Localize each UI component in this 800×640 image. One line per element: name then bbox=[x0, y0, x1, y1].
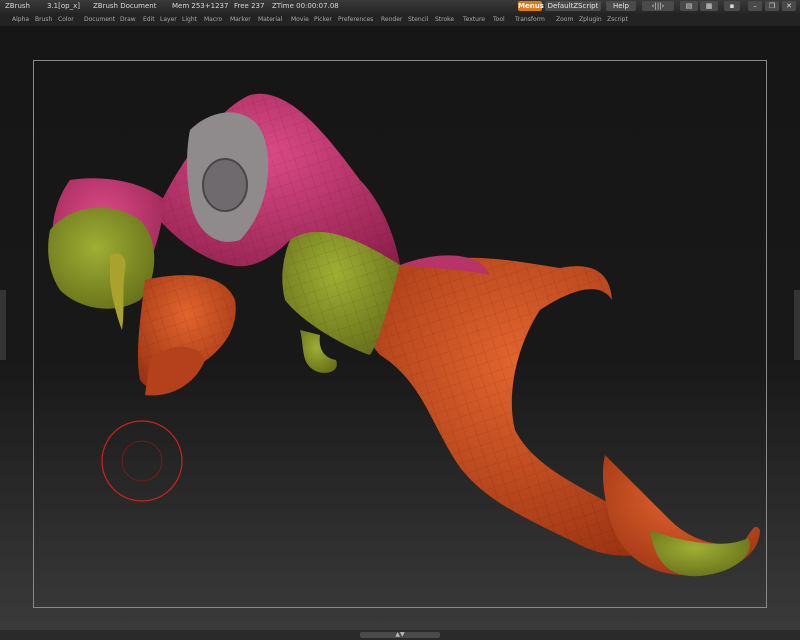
brush-cursor-icon bbox=[101, 420, 183, 502]
bottom-tray-handle[interactable]: ▲▼ bbox=[360, 632, 440, 638]
model-body bbox=[48, 93, 760, 577]
sculpt-model[interactable] bbox=[0, 0, 800, 640]
